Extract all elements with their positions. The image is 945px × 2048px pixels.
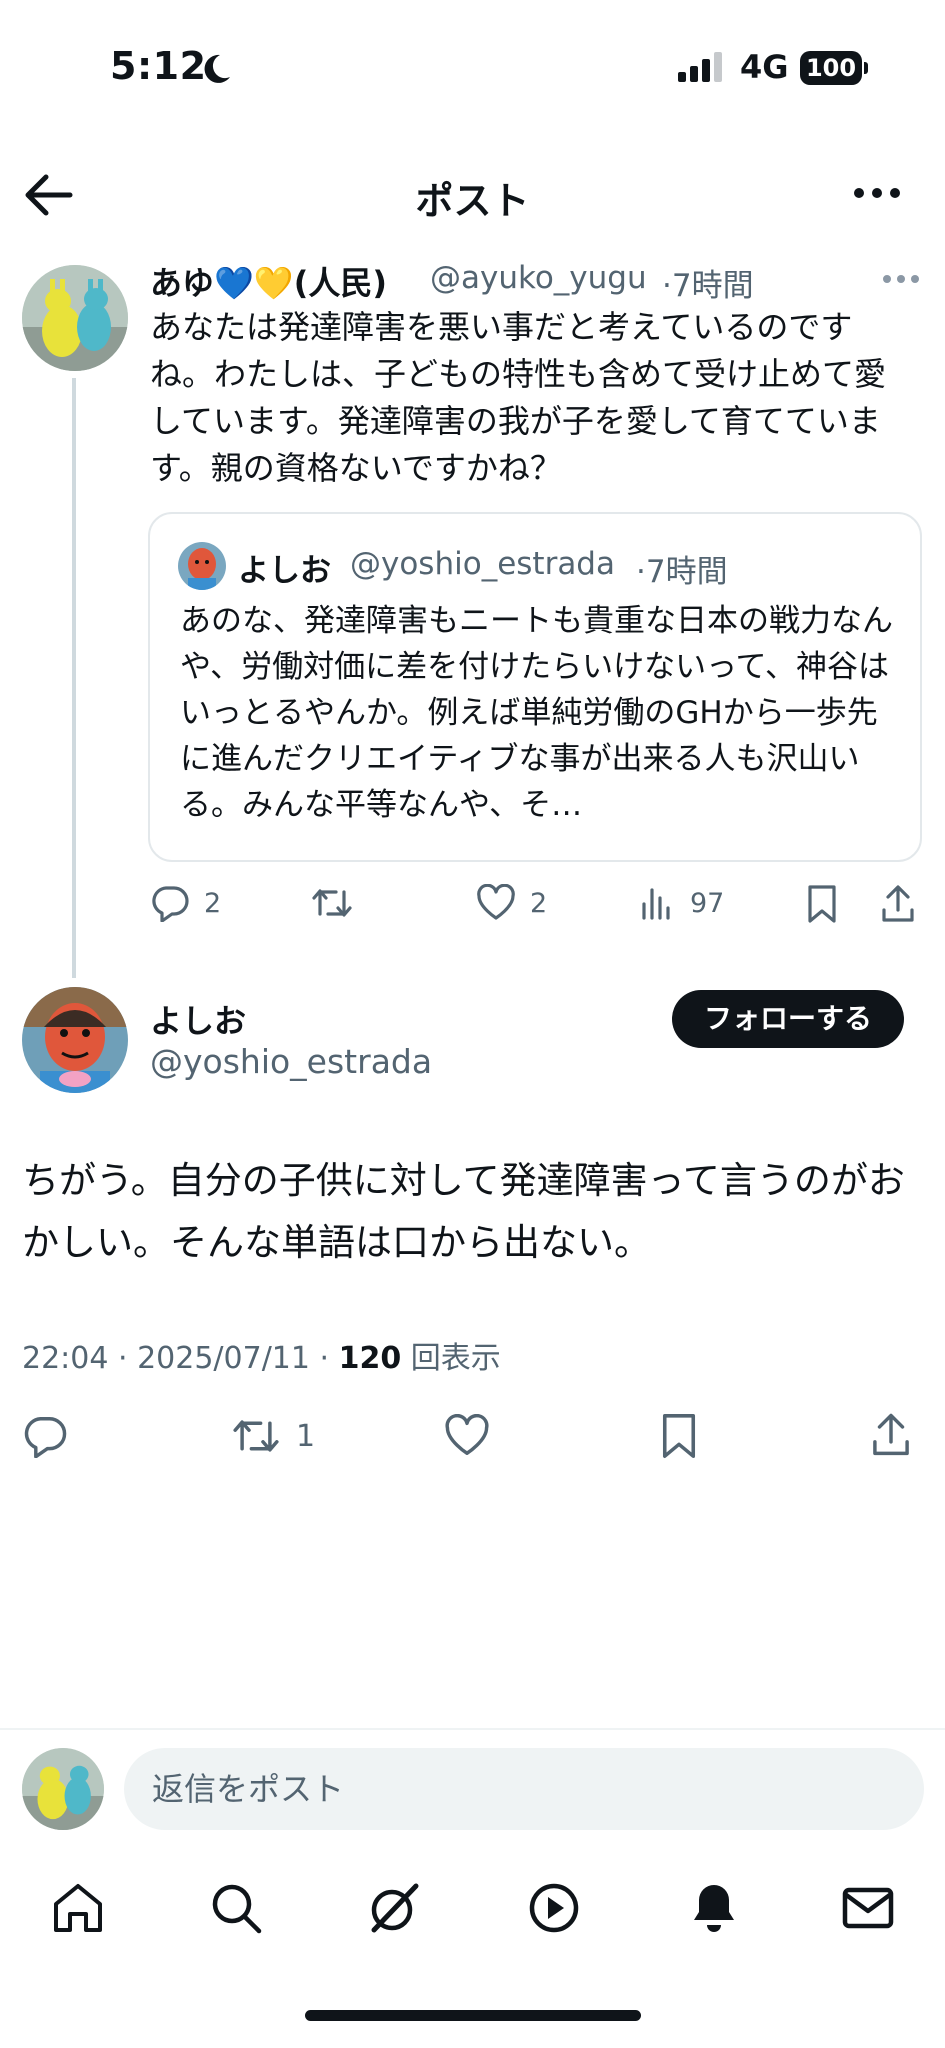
quote-avatar — [178, 542, 226, 590]
author-handle[interactable]: @yoshio_estrada — [150, 1042, 432, 1081]
follow-button[interactable]: フォローする — [672, 990, 904, 1048]
reply-icon[interactable] — [22, 1414, 68, 1458]
tweet-meta: 22:04 · 2025/07/11 · 120 回表示 — [22, 1333, 501, 1377]
mail-icon[interactable] — [840, 1880, 896, 1936]
quote-text: あのな、発達障害もニートも貴重な日本の戦力なんや、労働対価に差を付けたらいけない… — [180, 603, 893, 823]
my-avatar[interactable] — [22, 1748, 104, 1830]
like-button[interactable]: 2 — [476, 884, 547, 922]
retweet-count: 1 — [296, 1418, 316, 1454]
page-title: ポスト — [415, 179, 530, 223]
view-count: 97 — [690, 887, 725, 919]
like-icon[interactable] — [444, 1414, 490, 1458]
thread-line — [72, 378, 76, 978]
battery-indicator: 100 — [800, 51, 862, 85]
like-icon — [477, 884, 515, 920]
author-name[interactable]: あゆ💙💛(人民) — [150, 258, 387, 304]
quote-time: ·7時間 — [636, 554, 728, 590]
more-icon[interactable] — [852, 178, 902, 208]
battery-cap — [864, 62, 868, 74]
author-avatar[interactable] — [22, 987, 128, 1093]
moon-icon — [204, 54, 230, 83]
share-icon[interactable] — [880, 884, 916, 924]
divider — [0, 1728, 945, 1730]
views-button[interactable]: 97 — [640, 884, 724, 922]
view-count: 120 — [338, 1341, 402, 1376]
avatar[interactable] — [22, 265, 128, 371]
tweet-timestamp: 22:04 · 2025/07/11 · — [22, 1341, 339, 1376]
tweet-text: あなたは発達障害を悪い事だと考えているのですね。わたしは、子どもの特性も含めて受… — [150, 308, 887, 487]
tweet-time[interactable]: ·7時間 — [662, 260, 754, 305]
author-handle[interactable]: @ayuko_yugu — [430, 260, 647, 296]
grok-icon[interactable] — [366, 1880, 422, 1936]
home-icon[interactable] — [50, 1880, 106, 1936]
signal-icon — [678, 52, 722, 82]
views-icon — [642, 888, 670, 920]
status-time: 5:12 — [110, 44, 207, 88]
play-icon[interactable] — [526, 1880, 582, 1936]
retweet-button[interactable]: 1 — [230, 1414, 315, 1458]
share-icon[interactable] — [870, 1412, 912, 1458]
reply-count: 2 — [204, 887, 222, 919]
search-icon[interactable] — [208, 1880, 264, 1936]
reply-button[interactable]: 2 — [150, 884, 221, 922]
bookmark-icon[interactable] — [806, 884, 838, 924]
network-label: 4G — [740, 48, 789, 86]
bell-icon[interactable] — [686, 1880, 742, 1936]
view-label: 回表示 — [401, 1341, 501, 1376]
retweet-icon — [233, 1420, 279, 1452]
tweet-text: ちがう。自分の子供に対して発達障害って言うのがおかしい。そんな単語は口から出ない… — [22, 1159, 905, 1264]
author-name[interactable]: よしお — [150, 996, 246, 1042]
retweet-button[interactable] — [310, 884, 354, 922]
bookmark-icon[interactable] — [660, 1412, 698, 1460]
like-count: 2 — [530, 887, 548, 919]
retweet-icon — [312, 889, 352, 917]
tweet-more-icon[interactable] — [882, 272, 920, 286]
home-indicator[interactable] — [305, 2010, 641, 2021]
reply-icon — [152, 886, 189, 922]
reply-input[interactable]: 返信をポスト — [124, 1748, 924, 1830]
quote-author-name: よしお — [238, 553, 331, 589]
quote-author-handle: @yoshio_estrada — [350, 546, 615, 582]
